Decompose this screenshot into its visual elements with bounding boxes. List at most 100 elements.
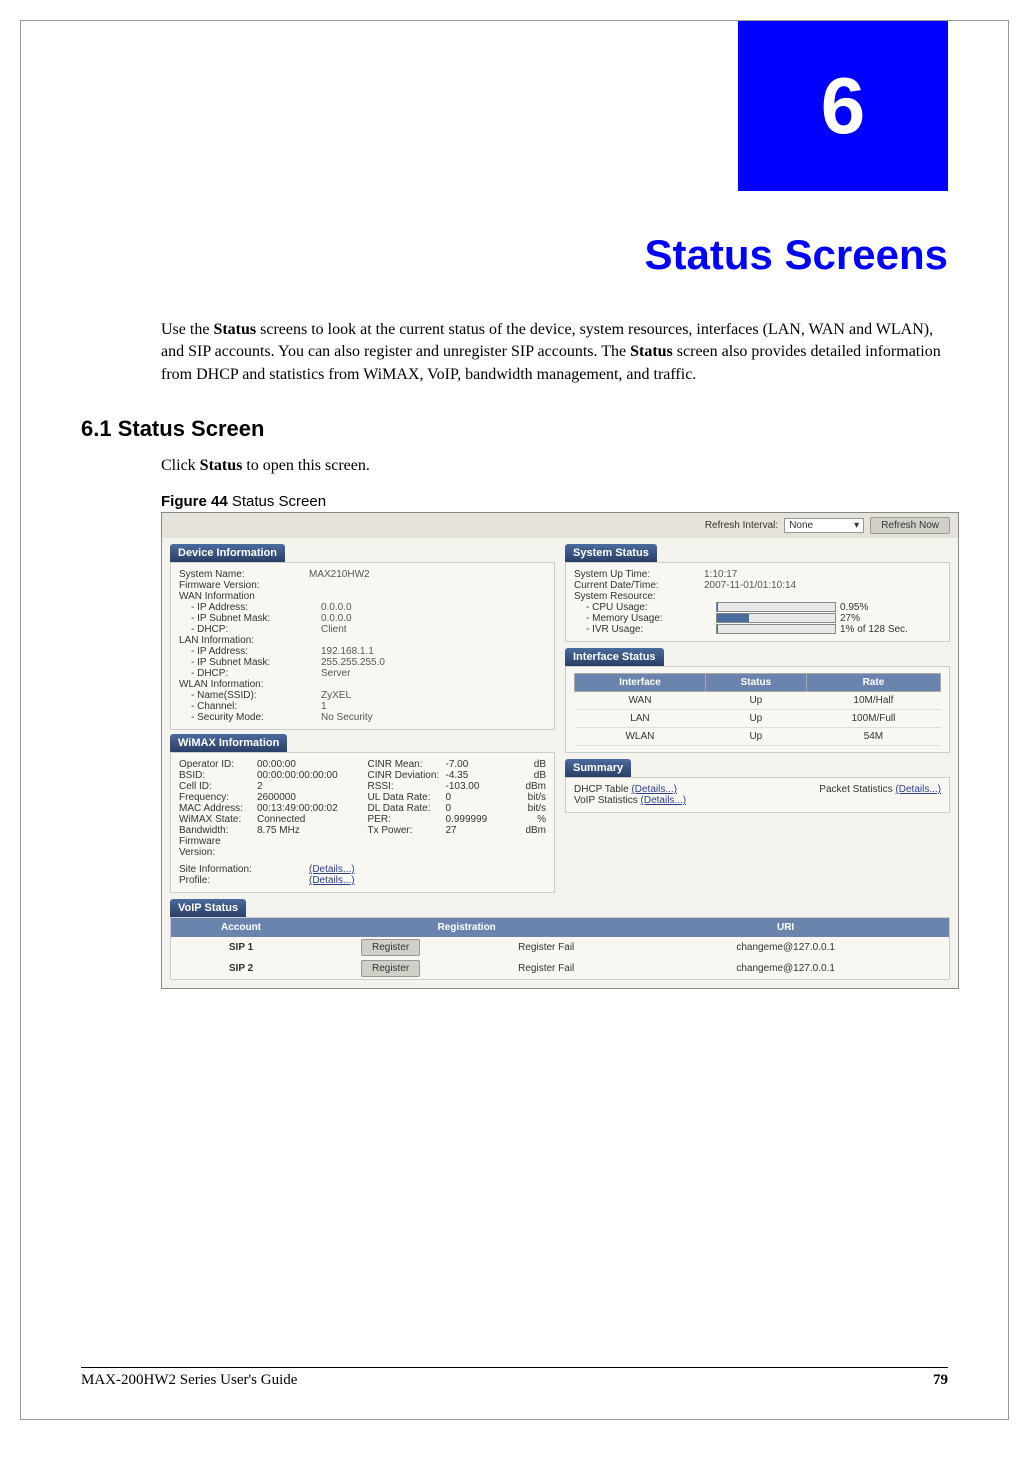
iface-2-rate: 54M (806, 728, 940, 746)
cpu-value: 0.95% (840, 602, 868, 613)
wimax-v-2: 2 (257, 781, 263, 792)
wimax-right-col: CINR Mean:-7.00dB CINR Deviation:-4.35dB… (368, 759, 547, 858)
wan-ip-value: 0.0.0.0 (321, 602, 352, 613)
wimax-v-6: 8.75 MHz (257, 825, 300, 836)
wimax-info-panel: Operator ID:00:00:00 BSID:00:00:00:00:00… (170, 752, 555, 893)
iface-col-3: Rate (806, 674, 940, 692)
wimax-ru-3: bit/s (528, 792, 546, 803)
wimax-v-3: 2600000 (257, 792, 296, 803)
cpu-label: - CPU Usage: (586, 602, 716, 613)
wimax-left-col: Operator ID:00:00:00 BSID:00:00:00:00:00… (179, 759, 358, 858)
voip-0-status: Register Fail (470, 937, 622, 958)
iface-1-rate: 100M/Full (806, 710, 940, 728)
site-info-link[interactable]: (Details...) (309, 864, 355, 875)
intro-bold-2: Status (630, 343, 673, 360)
device-info-panel: System Name:MAX210HW2 Firmware Version: … (170, 562, 555, 730)
wimax-rl-0: CINR Mean: (368, 759, 446, 770)
voip-stats-link[interactable]: (Details...) (641, 795, 687, 806)
ivr-bar-fill (717, 625, 718, 633)
right-column: System Status System Up Time:1:10:17 Cur… (565, 544, 950, 893)
system-status-panel: System Up Time:1:10:17 Current Date/Time… (565, 562, 950, 642)
table-row: LANUp100M/Full (575, 710, 941, 728)
table-row: WLANUp54M (575, 728, 941, 746)
wan-ip-label: - IP Address: (191, 602, 321, 613)
wimax-l-8: Version: (179, 847, 257, 858)
wimax-rl-4: DL Data Rate: (368, 803, 446, 814)
voip-section: VoIP Status Account Registration URI SIP… (162, 899, 958, 988)
voip-1-register-button[interactable]: Register (361, 960, 420, 977)
lan-dhcp-value: Server (321, 668, 350, 679)
voip-col-3: URI (622, 918, 949, 937)
voip-col-2: Registration (311, 918, 622, 937)
refresh-bar: Refresh Interval: None ▾ Refresh Now (162, 513, 958, 538)
dhcp-label: DHCP Table (574, 784, 631, 795)
lan-dhcp-label: - DHCP: (191, 668, 321, 679)
wimax-ru-6: dBm (525, 825, 546, 836)
wimax-v-4: 00:13:49:00:00:02 (257, 803, 338, 814)
wlan-channel-label: - Channel: (191, 701, 321, 712)
wan-dhcp-value: Client (321, 624, 347, 635)
wimax-ru-2: dBm (525, 781, 546, 792)
wan-subnet-label: - IP Subnet Mask: (191, 613, 321, 624)
lan-subnet-label: - IP Subnet Mask: (191, 657, 321, 668)
profile-link[interactable]: (Details...) (309, 875, 355, 886)
wimax-ru-0: dB (534, 759, 546, 770)
refresh-interval-select[interactable]: None ▾ (784, 518, 864, 533)
intro-text: Use the (161, 321, 213, 338)
wimax-l-0: Operator ID: (179, 759, 257, 770)
wimax-rl-6: Tx Power: (368, 825, 446, 836)
wimax-l-4: MAC Address: (179, 803, 257, 814)
wimax-rv-3: 0 (446, 792, 452, 803)
intro-paragraph: Use the Status screens to look at the cu… (161, 319, 948, 386)
left-column: Device Information System Name:MAX210HW2… (170, 544, 555, 893)
iface-col-2: Status (705, 674, 806, 692)
wimax-rl-1: CINR Deviation: (368, 770, 446, 781)
status-columns: Device Information System Name:MAX210HW2… (162, 538, 958, 899)
iface-0-name: WAN (575, 692, 706, 710)
wimax-ru-4: bit/s (528, 803, 546, 814)
datetime-label: Current Date/Time: (574, 580, 704, 591)
wimax-ru-5: % (537, 814, 546, 825)
wan-subnet-value: 0.0.0.0 (321, 613, 352, 624)
wimax-v-1: 00:00:00:00:00:00 (257, 770, 338, 781)
uptime-value: 1:10:17 (704, 569, 737, 580)
wimax-rv-1: -4.35 (446, 770, 469, 781)
voip-status-header: VoIP Status (170, 899, 246, 917)
wimax-l-5: WiMAX State: (179, 814, 257, 825)
wan-dhcp-label: - DHCP: (191, 624, 321, 635)
cpu-bar-fill (717, 603, 718, 611)
wlan-info-label: WLAN Information: (179, 679, 309, 690)
dhcp-link[interactable]: (Details...) (631, 784, 677, 795)
refresh-now-button[interactable]: Refresh Now (870, 517, 950, 534)
voip-1-acct: SIP 2 (171, 958, 311, 979)
page-footer: MAX-200HW2 Series User's Guide 79 (81, 1367, 948, 1389)
interface-status-panel: Interface Status Rate WANUp10M/Half LANU… (565, 666, 950, 753)
voip-0-acct: SIP 1 (171, 937, 311, 958)
chapter-title: Status Screens (21, 231, 948, 279)
iface-2-status: Up (705, 728, 806, 746)
lan-ip-label: - IP Address: (191, 646, 321, 657)
wimax-rv-4: 0 (446, 803, 452, 814)
voip-table: Account Registration URI SIP 1 Register … (171, 918, 949, 979)
pkt-link[interactable]: (Details...) (895, 784, 941, 795)
wimax-l-2: Cell ID: (179, 781, 257, 792)
wan-info-label: WAN Information (179, 591, 309, 602)
iface-col-1: Interface (575, 674, 706, 692)
system-name-label: System Name: (179, 569, 309, 580)
lan-ip-value: 192.168.1.1 (321, 646, 374, 657)
voip-0-register-button[interactable]: Register (361, 939, 420, 956)
chapter-number: 6 (821, 60, 866, 152)
table-row: SIP 1 Register Register Fail changeme@12… (171, 937, 949, 958)
status-bold: Status (200, 457, 243, 474)
wlan-security-value: No Security (321, 712, 373, 723)
summary-panel: DHCP Table (Details...) Packet Statistic… (565, 777, 950, 813)
interface-table: Interface Status Rate WANUp10M/Half LANU… (574, 673, 941, 746)
wimax-l-6: Bandwidth: (179, 825, 257, 836)
iface-2-name: WLAN (575, 728, 706, 746)
wimax-rv-5: 0.999999 (446, 814, 488, 825)
profile-label: Profile: (179, 875, 309, 886)
table-row: SIP 2 Register Register Fail changeme@12… (171, 958, 949, 979)
ivr-value: 1% of 128 Sec. (840, 624, 908, 635)
site-info-label: Site Information: (179, 864, 309, 875)
datetime-value: 2007-11-01/01:10:14 (704, 580, 796, 591)
